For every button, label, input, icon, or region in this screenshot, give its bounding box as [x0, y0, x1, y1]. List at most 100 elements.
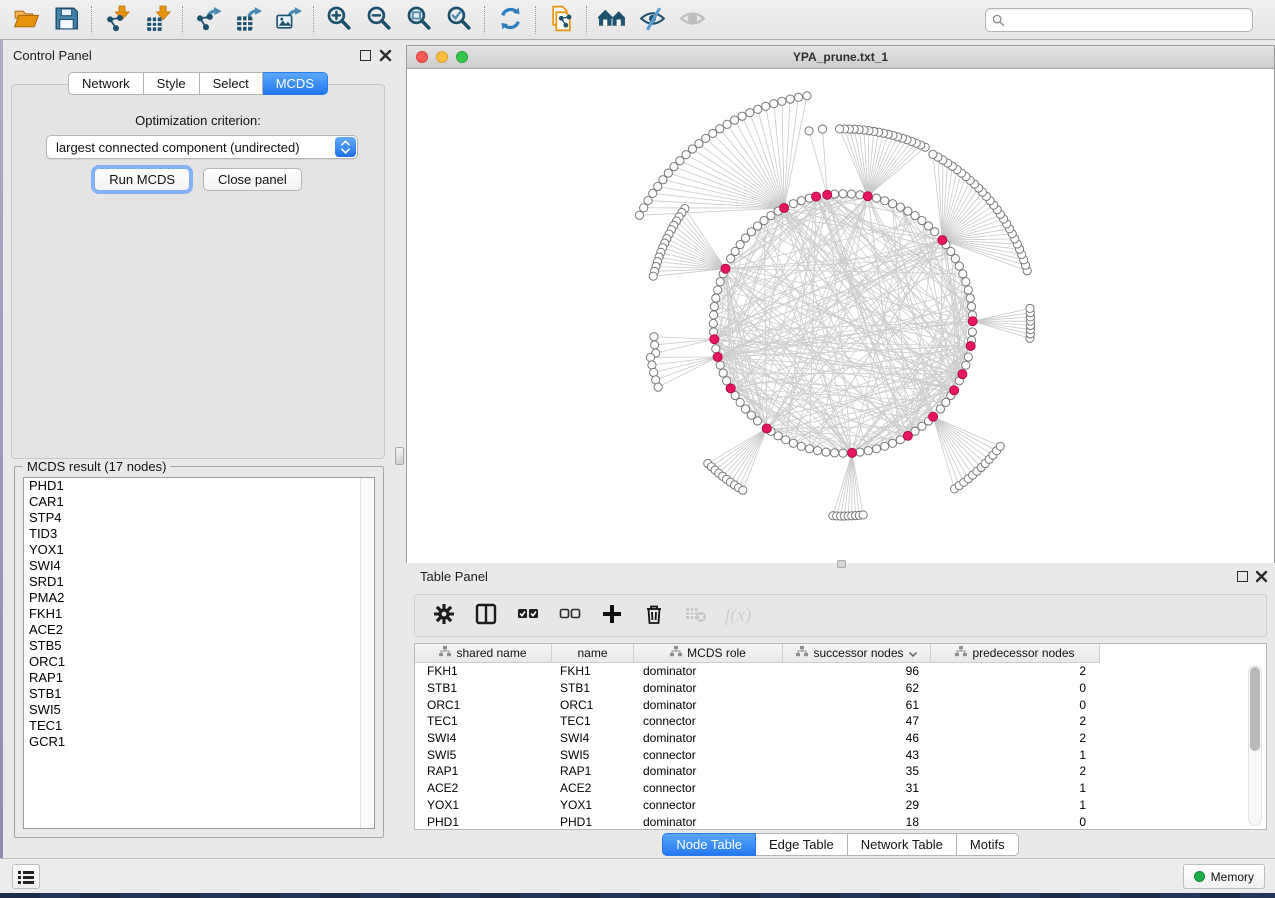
column-header-MCDS-role[interactable]: MCDS role [634, 644, 783, 663]
import-table-button[interactable] [137, 3, 177, 37]
tab-network[interactable]: Network [68, 72, 144, 95]
graph-node[interactable] [968, 328, 976, 336]
graph-node[interactable] [955, 262, 963, 270]
graph-node[interactable] [797, 197, 805, 205]
graph-node[interactable] [966, 294, 974, 302]
graph-hub-node[interactable] [950, 386, 959, 395]
horizontal-splitter-grabber[interactable] [837, 560, 846, 568]
mcds-result-item[interactable]: SWI5 [24, 702, 374, 718]
list-scrollbar[interactable] [360, 478, 374, 828]
tab-node-table[interactable]: Node Table [662, 833, 756, 856]
graph-hub-node[interactable] [726, 384, 735, 393]
graph-hub-node[interactable] [710, 335, 719, 344]
graph-node[interactable] [770, 100, 778, 108]
zoom-in-button[interactable] [319, 3, 359, 37]
mcds-result-item[interactable]: TID3 [24, 526, 374, 542]
graph-node[interactable] [644, 196, 652, 204]
graph-node[interactable] [896, 203, 904, 211]
graph-node[interactable] [714, 286, 722, 294]
graph-node[interactable] [847, 190, 855, 198]
graph-node[interactable] [716, 361, 724, 369]
tab-select[interactable]: Select [200, 72, 263, 95]
mcds-result-item[interactable]: YOX1 [24, 542, 374, 558]
graph-node[interactable] [805, 127, 813, 135]
graph-node[interactable] [646, 353, 654, 361]
graph-node[interactable] [738, 112, 746, 120]
graph-node[interactable] [881, 197, 889, 205]
graph-hub-node[interactable] [713, 353, 722, 362]
zoom-out-button[interactable] [359, 3, 399, 37]
graph-node[interactable] [710, 311, 718, 319]
graph-hub-node[interactable] [812, 192, 821, 201]
graph-node[interactable] [904, 207, 912, 215]
open-file-button[interactable] [6, 3, 46, 37]
export-table-button[interactable] [228, 3, 268, 37]
network-canvas[interactable] [407, 69, 1274, 563]
table-row[interactable]: PHD1PHD1dominator180 [415, 813, 1266, 830]
export-network-button[interactable] [188, 3, 228, 37]
graph-node[interactable] [786, 95, 794, 103]
table-row[interactable]: ORC1ORC1dominator610 [415, 696, 1266, 713]
graph-hub-node[interactable] [958, 370, 967, 379]
graph-node[interactable] [839, 449, 847, 457]
graph-node[interactable] [888, 439, 896, 447]
houses-button[interactable] [592, 3, 632, 37]
mcds-result-item[interactable]: STB5 [24, 638, 374, 654]
graph-node[interactable] [797, 442, 805, 450]
mcds-result-item[interactable]: GCR1 [24, 734, 374, 750]
close-table-panel-icon[interactable] [1255, 570, 1268, 583]
graph-node[interactable] [794, 93, 802, 101]
table-row[interactable]: YOX1YOX1connector291 [415, 797, 1266, 814]
graph-node[interactable] [635, 211, 643, 219]
graph-hub-node[interactable] [848, 448, 857, 457]
select-all-button[interactable] [515, 603, 541, 629]
mcds-result-item[interactable]: SWI4 [24, 558, 374, 574]
mcds-result-item[interactable]: TEC1 [24, 718, 374, 734]
graph-node[interactable] [951, 255, 959, 263]
vertical-splitter[interactable] [393, 40, 406, 858]
graph-node[interactable] [753, 417, 761, 425]
graph-node[interactable] [968, 302, 976, 310]
graph-node[interactable] [836, 125, 844, 133]
clone-network-button[interactable] [541, 3, 581, 37]
float-table-panel-icon[interactable] [1237, 571, 1248, 582]
graph-hub-node[interactable] [780, 203, 789, 212]
graph-node[interactable] [778, 97, 786, 105]
graph-node[interactable] [962, 278, 970, 286]
graph-node[interactable] [789, 200, 797, 208]
graph-node[interactable] [710, 302, 718, 310]
mcds-result-item[interactable]: PHD1 [24, 478, 374, 494]
table-row[interactable]: TEC1TEC1connector472 [415, 713, 1266, 730]
graph-hub-node[interactable] [966, 342, 975, 351]
graph-node[interactable] [805, 445, 813, 453]
add-row-button[interactable] [599, 603, 625, 629]
graph-node[interactable] [730, 116, 738, 124]
import-network-button[interactable] [97, 3, 137, 37]
export-image-button[interactable] [268, 3, 308, 37]
graph-node[interactable] [719, 369, 727, 377]
save-session-button[interactable] [46, 3, 86, 37]
splitter-grabber[interactable] [395, 447, 404, 465]
graph-node[interactable] [782, 436, 790, 444]
task-history-button[interactable] [12, 864, 40, 889]
mcds-result-item[interactable]: STP4 [24, 510, 374, 526]
table-row[interactable]: SWI4SWI4dominator462 [415, 730, 1266, 747]
mcds-result-list[interactable]: PHD1CAR1STP4TID3YOX1SWI4SRD1PMA2FKH1ACE2… [23, 477, 375, 829]
graph-node[interactable] [712, 345, 720, 353]
tab-edge-table[interactable]: Edge Table [756, 833, 848, 856]
tab-network-table[interactable]: Network Table [848, 833, 957, 856]
graph-node[interactable] [929, 150, 937, 158]
graph-hub-node[interactable] [968, 317, 977, 326]
graph-node[interactable] [881, 442, 889, 450]
graph-node[interactable] [888, 200, 896, 208]
graph-node[interactable] [911, 212, 919, 220]
graph-hub-node[interactable] [929, 412, 938, 421]
column-header-shared-name[interactable]: shared name [415, 644, 552, 663]
graph-node[interactable] [814, 447, 822, 455]
table-row[interactable]: FKH1FKH1dominator962 [415, 663, 1266, 680]
refresh-button[interactable] [490, 3, 530, 37]
graph-node[interactable] [709, 319, 717, 327]
select-spinner-icon[interactable] [335, 137, 356, 157]
graph-node[interactable] [716, 278, 724, 286]
graph-node[interactable] [964, 286, 972, 294]
